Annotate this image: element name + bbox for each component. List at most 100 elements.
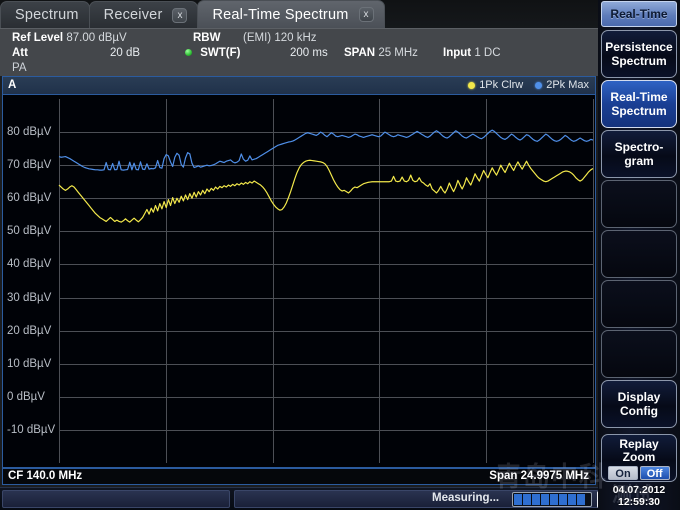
- legend-trace-1[interactable]: 1Pk Clrw: [468, 79, 523, 91]
- diagram-title-bar: A 1Pk Clrw 2Pk Max: [3, 77, 595, 95]
- measuring-status-text: Measuring...: [432, 492, 499, 504]
- progress-segment: [550, 494, 558, 505]
- softkey-label-line: Persistence: [605, 40, 672, 54]
- tab-label: Real-Time Spectrum: [212, 7, 348, 23]
- pa-label: PA: [12, 62, 27, 74]
- swt-label: SWT(F): [200, 47, 240, 59]
- att-field[interactable]: Att: [12, 47, 28, 59]
- center-frequency-label[interactable]: CF 140.0 MHz: [8, 470, 82, 482]
- status-led-icon: [185, 49, 192, 56]
- softkey-label-line: Spectrum: [611, 54, 666, 68]
- status-slot-1[interactable]: [2, 490, 230, 508]
- header-row-1: Ref Level 87.00 dBµV RBW (EMI) 120 kHz: [0, 32, 600, 47]
- y-axis-tick-label: 0 dBµV: [7, 391, 45, 403]
- softkey-label-line: Spectro-: [615, 140, 664, 154]
- window-label: A: [8, 79, 16, 91]
- y-axis-tick-label: 70 dBµV: [7, 159, 51, 171]
- trace-canvas: [3, 95, 595, 467]
- y-axis-tick-label: 60 dBµV: [7, 192, 51, 204]
- ref-level-label: Ref Level: [12, 32, 63, 44]
- plot-background: [3, 95, 595, 467]
- softkey-empty-4[interactable]: [601, 230, 677, 278]
- measurement-settings-header: Ref Level 87.00 dBµV RBW (EMI) 120 kHz A…: [0, 28, 600, 76]
- trace1-color-dot-icon: [468, 82, 475, 89]
- span-field[interactable]: SPAN 25 MHz: [344, 47, 418, 59]
- progress-segment: [541, 494, 549, 505]
- progress-segment: [523, 494, 531, 505]
- y-axis-tick-label: 10 dBµV: [7, 358, 51, 370]
- softkey-empty-6[interactable]: [601, 330, 677, 378]
- softkey-display-config[interactable]: DisplayConfig: [601, 380, 677, 428]
- softkey-replay-zoom[interactable]: Replay Zoom On Off: [601, 434, 677, 482]
- tab-bar: Spectrum Receiver x Real-Time Spectrum x: [0, 0, 600, 28]
- softkey-spectro-gram[interactable]: Spectro-gram: [601, 130, 677, 178]
- progress-segment: [532, 494, 540, 505]
- y-axis-tick-label: -10 dBµV: [7, 424, 55, 436]
- softkey-label-line: Zoom: [623, 451, 656, 464]
- rbw-label: RBW: [193, 32, 220, 44]
- close-icon[interactable]: x: [359, 7, 374, 22]
- rbw-qualifier: (EMI) 120 kHz: [243, 32, 317, 44]
- softkey-sidebar: Real-Time PersistenceSpectrumReal-TimeSp…: [598, 0, 680, 510]
- plot-area[interactable]: 80 dBµV 70 dBµV 60 dBµV 50 dBµV 40 dBµV 30 dB…: [3, 95, 595, 467]
- span-value: 25 MHz: [378, 47, 418, 59]
- header-row-2: Att 20 dB SWT(F) 200 ms SPAN 25 MHz Inpu…: [0, 47, 600, 62]
- span-label: SPAN: [344, 47, 375, 59]
- rbw-field[interactable]: RBW: [193, 32, 220, 44]
- softkey-label-line: Display: [618, 390, 661, 404]
- input-label: Input: [443, 47, 471, 59]
- tab-real-time-spectrum[interactable]: Real-Time Spectrum x: [197, 0, 384, 28]
- replay-zoom-off-option[interactable]: Off: [640, 466, 670, 480]
- tab-spectrum[interactable]: Spectrum: [0, 1, 90, 28]
- spectrum-analyzer-window: Spectrum Receiver x Real-Time Spectrum x…: [0, 0, 680, 510]
- header-row-3: PA: [0, 62, 600, 77]
- softkey-persistence-spectrum[interactable]: PersistenceSpectrum: [601, 30, 677, 78]
- status-bar: Measuring...: [0, 487, 600, 510]
- legend-trace-2[interactable]: 2Pk Max: [535, 79, 589, 91]
- replay-zoom-toggle: On Off: [608, 466, 669, 480]
- input-value: 1 DC: [474, 47, 500, 59]
- frequency-footer-bar: CF 140.0 MHz Span 24.9975 MHz: [2, 468, 596, 485]
- progress-segment: [559, 494, 567, 505]
- y-axis-tick-label: 50 dBµV: [7, 225, 51, 237]
- tab-bar-filler: [384, 1, 601, 28]
- input-field[interactable]: Input 1 DC: [443, 47, 501, 59]
- progress-segment: [514, 494, 522, 505]
- softkey-menu-title: Real-Time: [601, 1, 677, 27]
- softkey-label-line: Real-Time: [610, 90, 667, 104]
- trace-legend: 1Pk Clrw 2Pk Max: [468, 79, 589, 91]
- time-label: 12:59:30: [601, 496, 677, 508]
- replay-zoom-on-option[interactable]: On: [608, 466, 637, 480]
- progress-segment: [577, 494, 585, 505]
- tab-label: Receiver: [104, 7, 163, 23]
- softkey-empty-5[interactable]: [601, 280, 677, 328]
- softkey-empty-3[interactable]: [601, 180, 677, 228]
- y-axis-tick-label: 30 dBµV: [7, 292, 51, 304]
- rbw-value: 120 kHz: [274, 32, 316, 44]
- y-axis-tick-label: 20 dBµV: [7, 325, 51, 337]
- tab-label: Spectrum: [15, 7, 79, 23]
- softkey-real-time-spectrum[interactable]: Real-TimeSpectrum: [601, 80, 677, 128]
- ref-level-field[interactable]: Ref Level 87.00 dBµV: [12, 32, 127, 44]
- ref-level-value: 87.00 dBµV: [66, 32, 126, 44]
- spectrum-diagram[interactable]: A 1Pk Clrw 2Pk Max 80 dBµV 70 dBµV 60 dBµV…: [2, 76, 596, 468]
- close-icon[interactable]: x: [172, 8, 187, 23]
- softkey-label-line: Config: [620, 404, 658, 418]
- date-time-display: 04.07.2012 12:59:30: [601, 484, 677, 508]
- y-axis-tick-label: 80 dBµV: [7, 126, 51, 138]
- date-label: 04.07.2012: [601, 484, 677, 496]
- swt-value: 200 ms: [290, 47, 328, 59]
- span-footer-label[interactable]: Span 24.9975 MHz: [489, 470, 589, 482]
- progress-bar: [512, 492, 592, 507]
- att-label: Att: [12, 47, 28, 59]
- progress-segment: [568, 494, 576, 505]
- att-value: 20 dB: [110, 47, 140, 59]
- legend-label: 1Pk Clrw: [479, 79, 523, 91]
- swt-field[interactable]: SWT(F): [185, 47, 240, 59]
- y-axis-tick-label: 40 dBµV: [7, 258, 51, 270]
- tab-receiver[interactable]: Receiver x: [89, 1, 199, 28]
- legend-label: 2Pk Max: [546, 79, 589, 91]
- softkey-label-line: Spectrum: [611, 104, 666, 118]
- trace2-color-dot-icon: [535, 82, 542, 89]
- softkey-label-line: gram: [624, 154, 653, 168]
